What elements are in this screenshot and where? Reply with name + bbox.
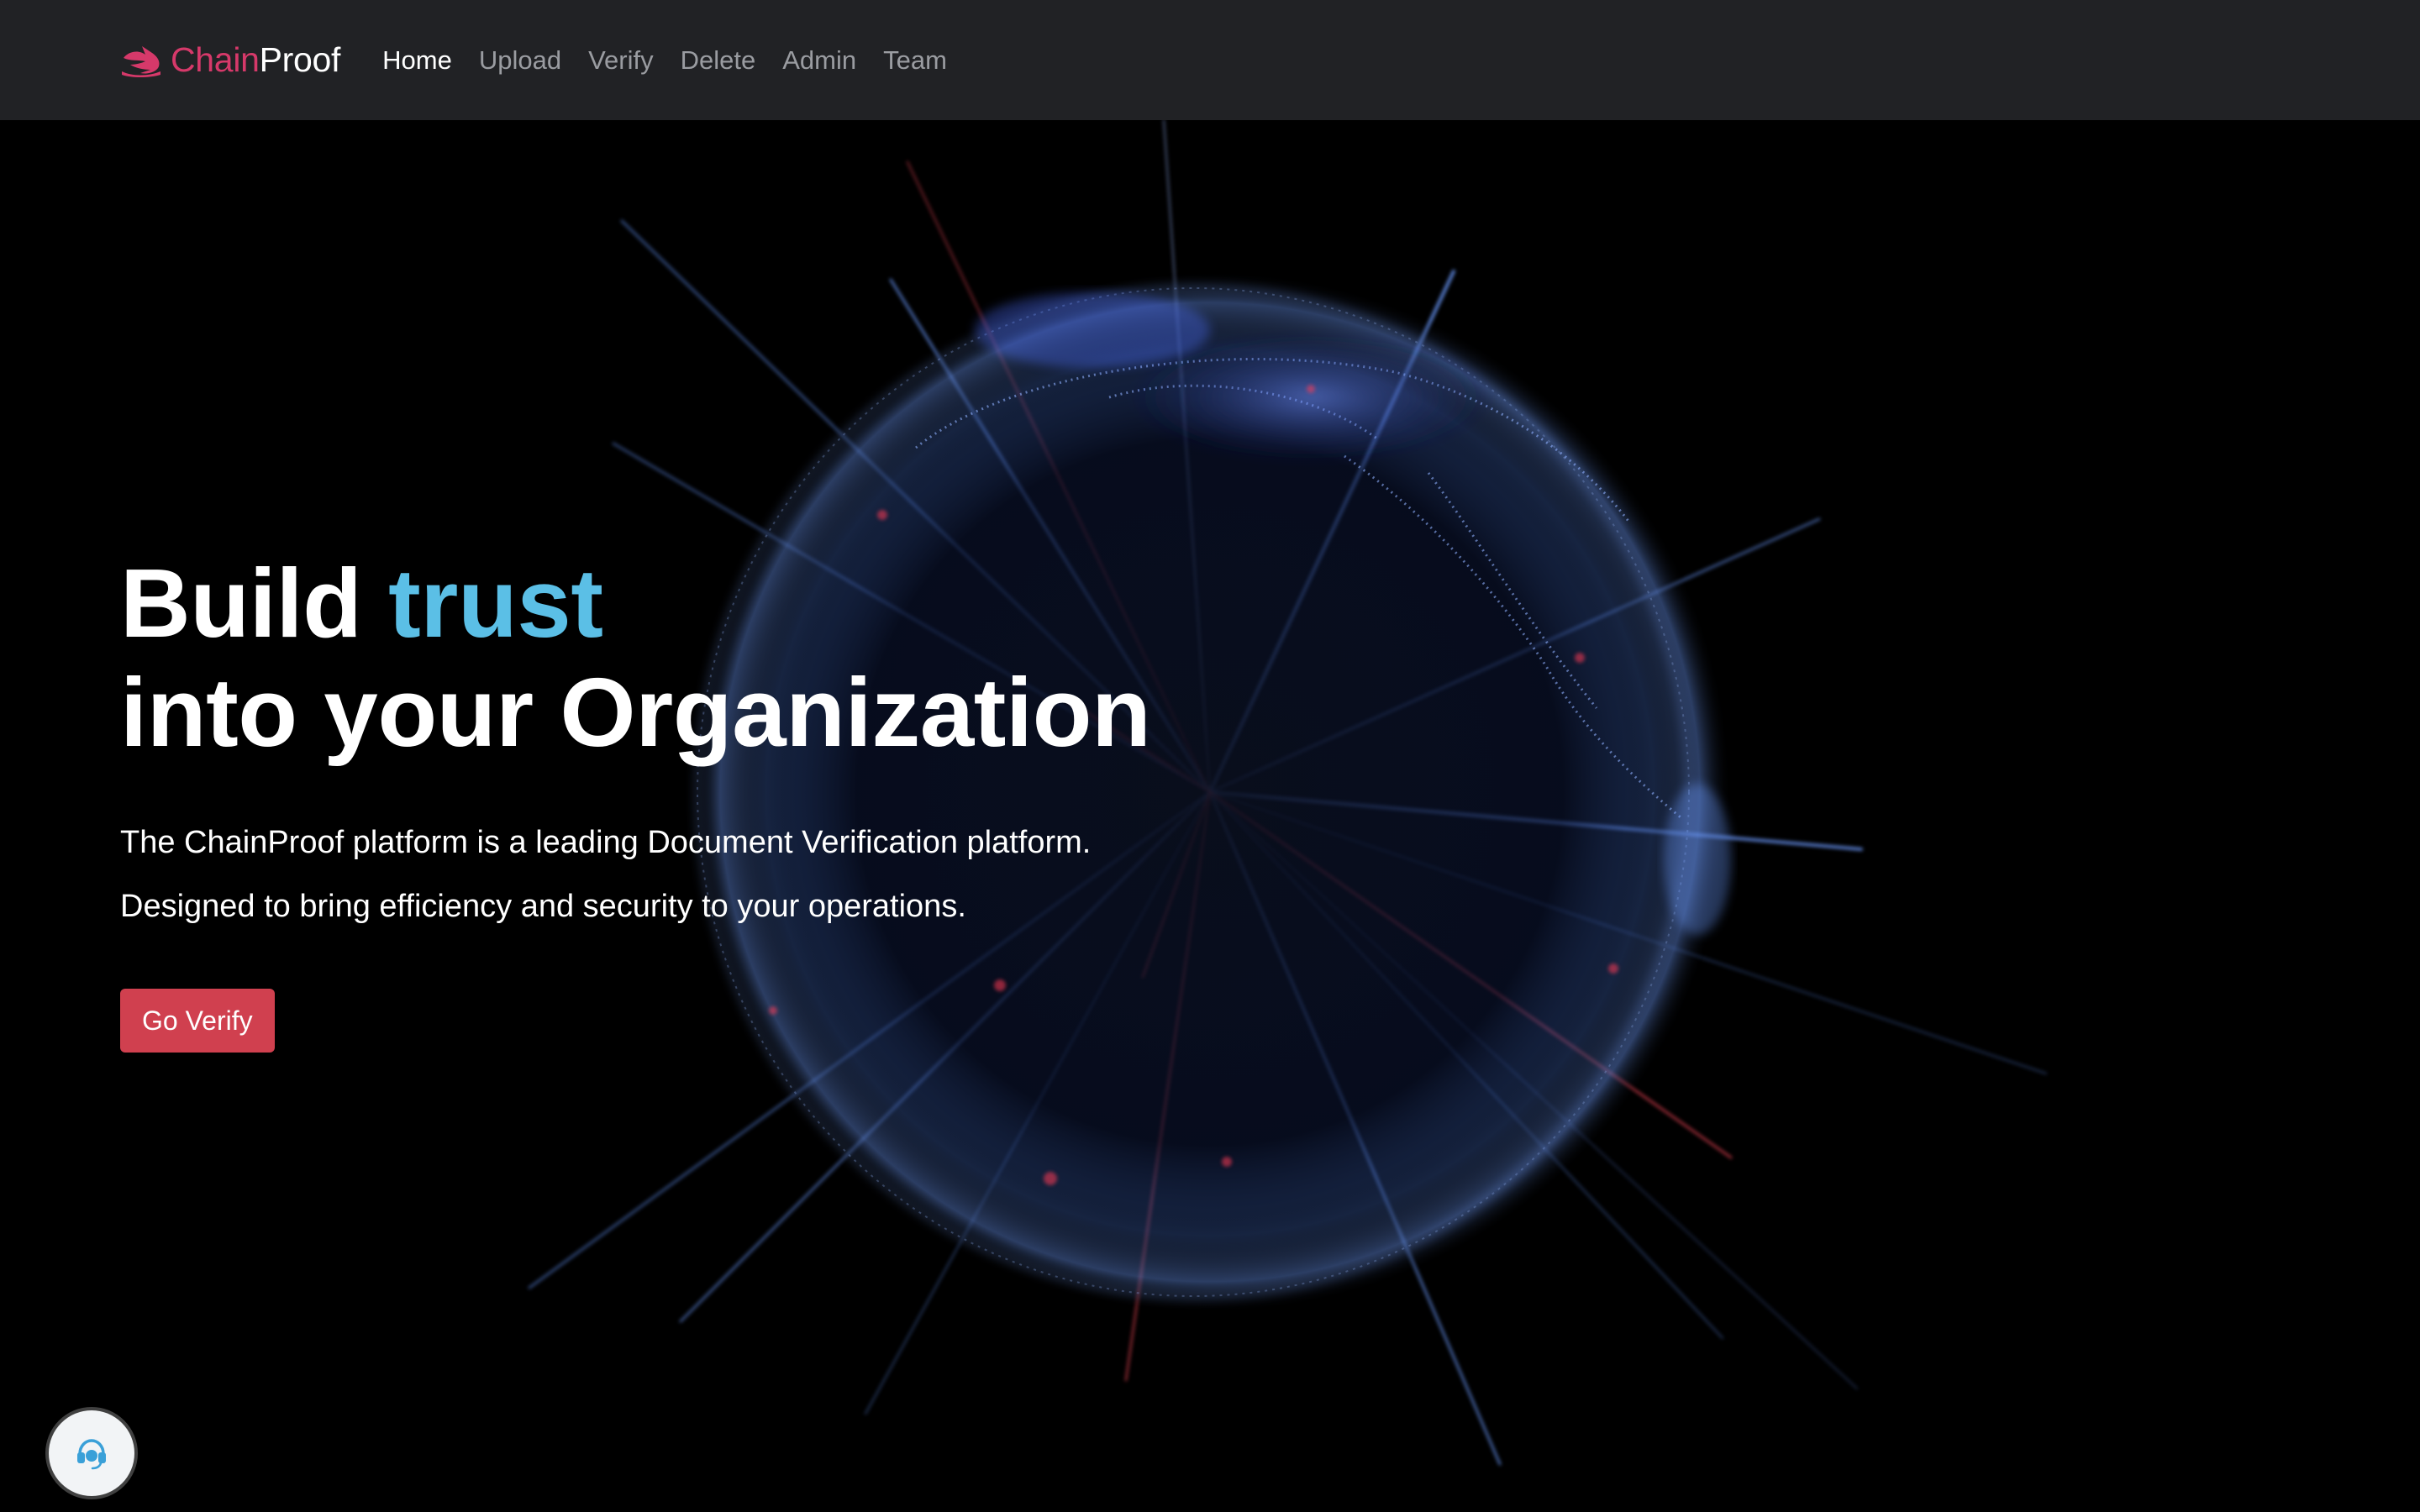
headline-build: Build — [120, 549, 389, 658]
headline-line2: into your Organization — [120, 658, 1151, 767]
nav-item-admin[interactable]: Admin — [782, 45, 856, 76]
go-verify-button[interactable]: Go Verify — [120, 989, 275, 1053]
nav-item-delete[interactable]: Delete — [681, 45, 756, 76]
nav-item-home[interactable]: Home — [382, 45, 452, 76]
nav-item-upload[interactable]: Upload — [479, 45, 561, 76]
description-line1: The ChainProof platform is a leading Doc… — [120, 825, 1092, 860]
nav-item-verify[interactable]: Verify — [588, 45, 654, 76]
brand-name-chain: Chain — [171, 40, 260, 79]
description-line2: Designed to bring efficiency and securit… — [120, 889, 966, 924]
hero-content: Build trust into your Organization The Ch… — [120, 549, 1151, 1053]
headline-accent-trust: trust — [388, 549, 603, 658]
hero-section: Build trust into your Organization The Ch… — [0, 120, 2420, 1512]
brand-name-proof: Proof — [259, 40, 341, 79]
top-navbar: ChainProof Home Upload Verify Delete Adm… — [0, 0, 2420, 120]
brand-name: ChainProof — [171, 43, 340, 77]
hero-headline: Build trust into your Organization — [120, 549, 1151, 767]
chainproof-logo-icon — [122, 45, 160, 77]
nav-links: Home Upload Verify Delete Admin Team — [382, 45, 974, 76]
brand-logo-link[interactable]: ChainProof — [120, 43, 340, 78]
headset-support-icon — [77, 1439, 106, 1470]
hero-description: The ChainProof platform is a leading Doc… — [120, 811, 1150, 938]
support-chat-button[interactable] — [49, 1410, 134, 1496]
nav-item-team[interactable]: Team — [883, 45, 947, 76]
